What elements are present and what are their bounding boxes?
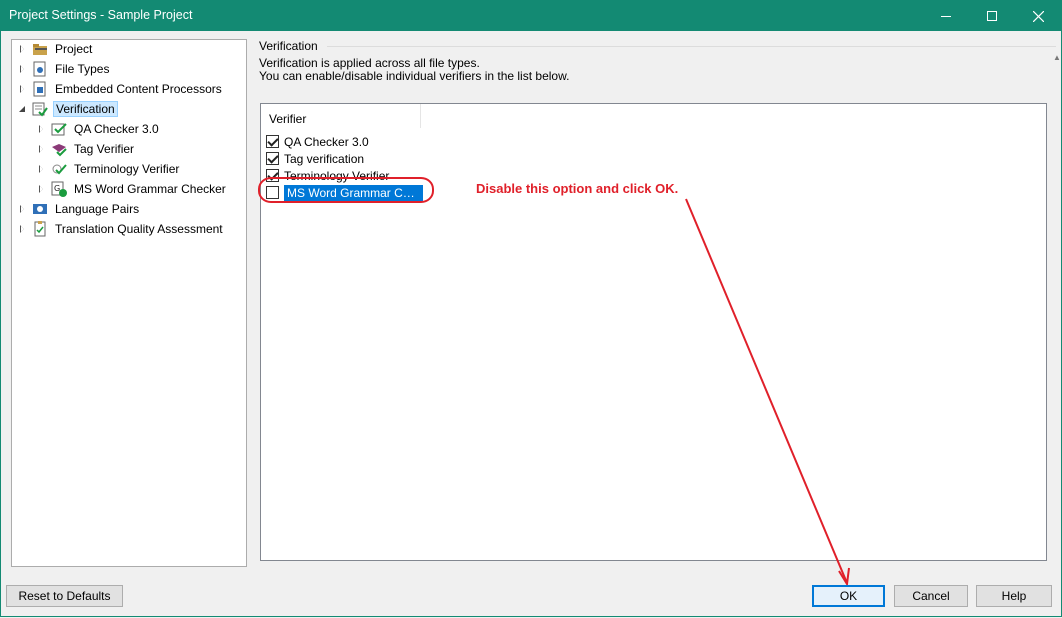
reset-to-defaults-button[interactable]: Reset to Defaults — [6, 585, 123, 607]
tree-item-project[interactable]: Project — [18, 40, 94, 58]
verification-icon — [32, 101, 48, 117]
tree-item-verification[interactable]: Verification — [18, 100, 118, 118]
window-title: Project Settings - Sample Project — [9, 8, 193, 22]
expand-arrow-icon[interactable] — [37, 184, 47, 194]
verifier-label: Tag verification — [284, 151, 365, 166]
tree-item-label: MS Word Grammar Checker — [74, 182, 226, 196]
expand-arrow-icon[interactable] — [18, 204, 28, 214]
tree-item-label: Language Pairs — [55, 202, 140, 216]
help-button[interactable]: Help — [976, 585, 1052, 607]
expand-arrow-icon[interactable] — [18, 64, 28, 74]
tree-item-ms-word-grammar-checker[interactable]: G MS Word Grammar Checker — [37, 180, 228, 198]
tree-item-qa-checker[interactable]: QA Checker 3.0 — [37, 120, 161, 138]
tree-item-tag-verifier[interactable]: Tag Verifier — [37, 140, 136, 158]
verifier-list[interactable]: Verifier QA Checker 3.0 Tag verification… — [260, 103, 1047, 561]
description-line-2: You can enable/disable individual verifi… — [259, 69, 570, 83]
cancel-button[interactable]: Cancel — [894, 585, 968, 607]
expand-arrow-icon[interactable] — [18, 44, 28, 54]
tree-item-label: QA Checker 3.0 — [74, 122, 159, 136]
tree-item-label: Project — [55, 42, 93, 56]
verifier-checkbox[interactable] — [266, 135, 279, 148]
processor-icon — [32, 81, 48, 97]
list-item[interactable]: QA Checker 3.0 — [266, 133, 369, 150]
group-title: Verification — [259, 39, 318, 53]
list-item[interactable]: Tag verification — [266, 150, 364, 167]
tree-item-label: Verification — [53, 101, 118, 117]
expand-arrow-icon[interactable] — [18, 224, 28, 234]
minimize-icon[interactable] — [923, 1, 969, 31]
group-divider — [327, 46, 1056, 47]
expand-arrow-icon[interactable] — [37, 144, 47, 154]
verifier-label: QA Checker 3.0 — [284, 134, 369, 149]
verification-panel: Verification Verification is applied acr… — [251, 39, 1056, 567]
tqa-icon — [32, 221, 48, 237]
folder-icon — [32, 41, 48, 57]
tree-item-label: Tag Verifier — [74, 142, 135, 156]
settings-tree: Project File Types Embedded Content Proc… — [11, 39, 247, 567]
tree-item-embedded-content-processors[interactable]: Embedded Content Processors — [18, 80, 224, 98]
language-pairs-icon — [32, 201, 48, 217]
tree-item-language-pairs[interactable]: Language Pairs — [18, 200, 141, 218]
tree-item-label: File Types — [55, 62, 110, 76]
tree-item-label: Terminology Verifier — [74, 162, 180, 176]
annotation-text: Disable this option and click OK. — [476, 181, 679, 196]
maximize-icon[interactable] — [969, 1, 1015, 31]
tag-verifier-icon — [51, 141, 67, 157]
tree-item-terminology-verifier[interactable]: Terminology Verifier — [37, 160, 181, 178]
expand-arrow-icon[interactable] — [37, 124, 47, 134]
ok-button[interactable]: OK — [812, 585, 885, 607]
qa-checker-icon — [51, 121, 67, 137]
verifier-checkbox[interactable] — [266, 152, 279, 165]
tree-item-label: Embedded Content Processors — [55, 82, 222, 96]
tree-item-translation-quality-assessment[interactable]: Translation Quality Assessment — [18, 220, 225, 238]
file-types-icon — [32, 61, 48, 77]
annotation-highlight-ellipse — [258, 177, 434, 203]
column-header-verifier[interactable]: Verifier — [261, 104, 421, 128]
description-line-1: Verification is applied across all file … — [259, 56, 480, 70]
scroll-up-icon[interactable]: ▲ — [1053, 53, 1061, 63]
tree-item-label: Translation Quality Assessment — [55, 222, 223, 236]
close-icon[interactable] — [1015, 1, 1061, 31]
terminology-verifier-icon — [51, 161, 67, 177]
grammar-checker-icon: G — [51, 181, 67, 197]
project-settings-window: Project Settings - Sample Project Projec… — [0, 0, 1062, 617]
tree-item-file-types[interactable]: File Types — [18, 60, 111, 78]
title-bar[interactable]: Project Settings - Sample Project — [1, 1, 1061, 31]
collapse-arrow-icon[interactable] — [18, 104, 28, 114]
expand-arrow-icon[interactable] — [18, 84, 28, 94]
expand-arrow-icon[interactable] — [37, 164, 47, 174]
